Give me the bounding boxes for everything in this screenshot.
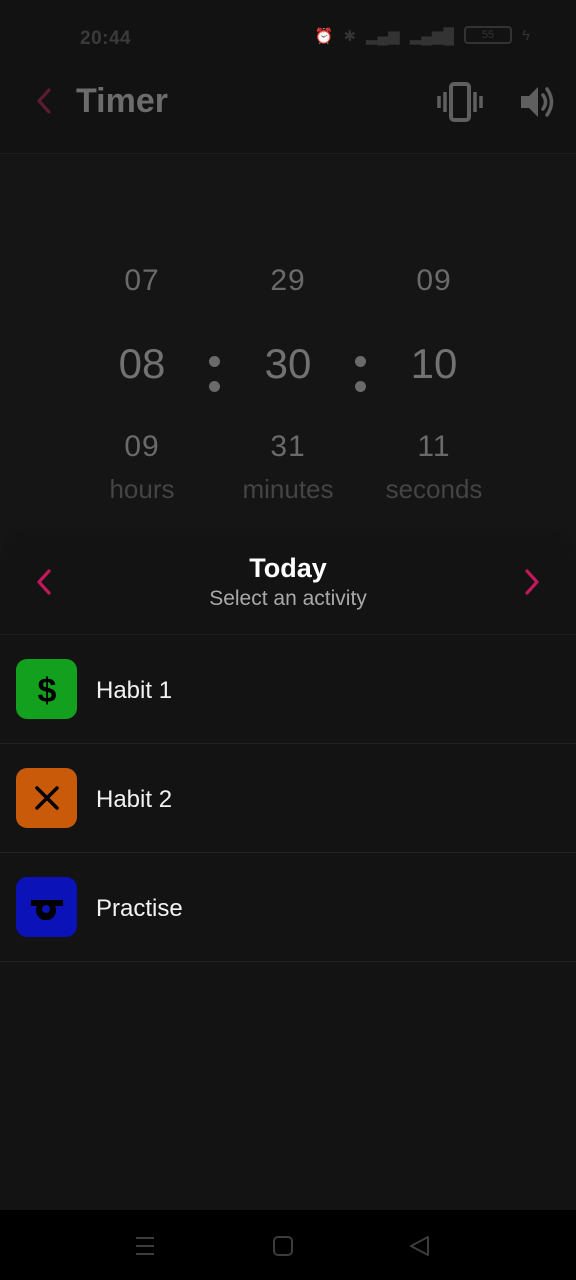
battery-icon: 55 — [464, 26, 513, 44]
bluetooth-icon: ✱ — [343, 28, 357, 45]
activity-icon-box: $ — [16, 659, 77, 719]
seconds-next: 11 — [417, 430, 451, 463]
alarm-icon: ⏰ — [314, 28, 334, 45]
hours-wheel[interactable]: 07 08 09 hours — [82, 264, 202, 505]
hours-next: 09 — [124, 430, 160, 463]
hours-prev: 07 — [124, 264, 160, 297]
seconds-prev: 09 — [416, 264, 452, 297]
close-icon — [34, 786, 59, 810]
back-nav-icon[interactable] — [406, 1232, 434, 1260]
minutes-current: 30 — [264, 340, 312, 387]
minutes-wheel[interactable]: 29 30 31 minutes — [228, 264, 348, 505]
signal-icon: ▂▄▆ — [366, 28, 400, 45]
page-title: Timer — [76, 82, 168, 120]
colon-separator — [355, 356, 366, 406]
sheet-subtitle: Select an activity — [209, 587, 367, 610]
minutes-next: 31 — [270, 430, 306, 463]
svg-text:$: $ — [37, 672, 56, 709]
seconds-unit: seconds — [385, 474, 483, 504]
activity-item[interactable]: Habit 2 — [0, 744, 576, 853]
seconds-wheel[interactable]: 09 10 11 seconds — [374, 264, 494, 505]
activity-icon-box — [16, 877, 77, 937]
activity-label: Habit 1 — [96, 677, 173, 704]
system-nav-bar — [0, 1210, 576, 1280]
hours-current: 08 — [118, 340, 166, 387]
whistle-icon — [30, 900, 63, 920]
activity-label: Practise — [96, 895, 183, 922]
signal-2-icon: ▂▄▆█ — [409, 28, 455, 45]
vibrate-toggle[interactable] — [436, 82, 484, 122]
sound-toggle[interactable] — [518, 82, 558, 122]
colon-separator — [209, 356, 220, 406]
back-button[interactable] — [30, 86, 60, 116]
next-day-button[interactable] — [516, 567, 546, 597]
hours-unit: hours — [109, 474, 175, 504]
activity-item[interactable]: $ Habit 1 — [0, 635, 576, 744]
activity-sheet: Today Select an activity $ Habit 1 Habit… — [0, 529, 576, 1210]
sheet-title: Today — [249, 553, 327, 583]
sheet-header: Today Select an activity — [0, 529, 576, 635]
seconds-current: 10 — [410, 340, 458, 387]
charging-icon: ϟ — [522, 27, 530, 44]
activity-label: Habit 2 — [96, 786, 173, 813]
minutes-unit: minutes — [242, 474, 334, 504]
app-bar: Timer — [0, 76, 576, 154]
dollar-icon: $ — [37, 672, 56, 709]
status-icons: ⏰ ✱ ▂▄▆ ▂▄▆█ 55 ϟ — [314, 26, 530, 45]
status-bar: 20:44 ⏰ ✱ ▂▄▆ ▂▄▆█ 55 ϟ — [0, 0, 576, 76]
menu-icon[interactable] — [131, 1232, 159, 1260]
status-time: 20:44 — [80, 28, 132, 49]
time-picker: 07 08 09 hours 29 30 31 minutes 09 10 11… — [0, 250, 576, 530]
home-icon[interactable] — [269, 1232, 297, 1260]
activity-icon-box — [16, 768, 77, 828]
activity-item[interactable]: Practise — [0, 853, 576, 962]
minutes-prev: 29 — [270, 264, 306, 297]
